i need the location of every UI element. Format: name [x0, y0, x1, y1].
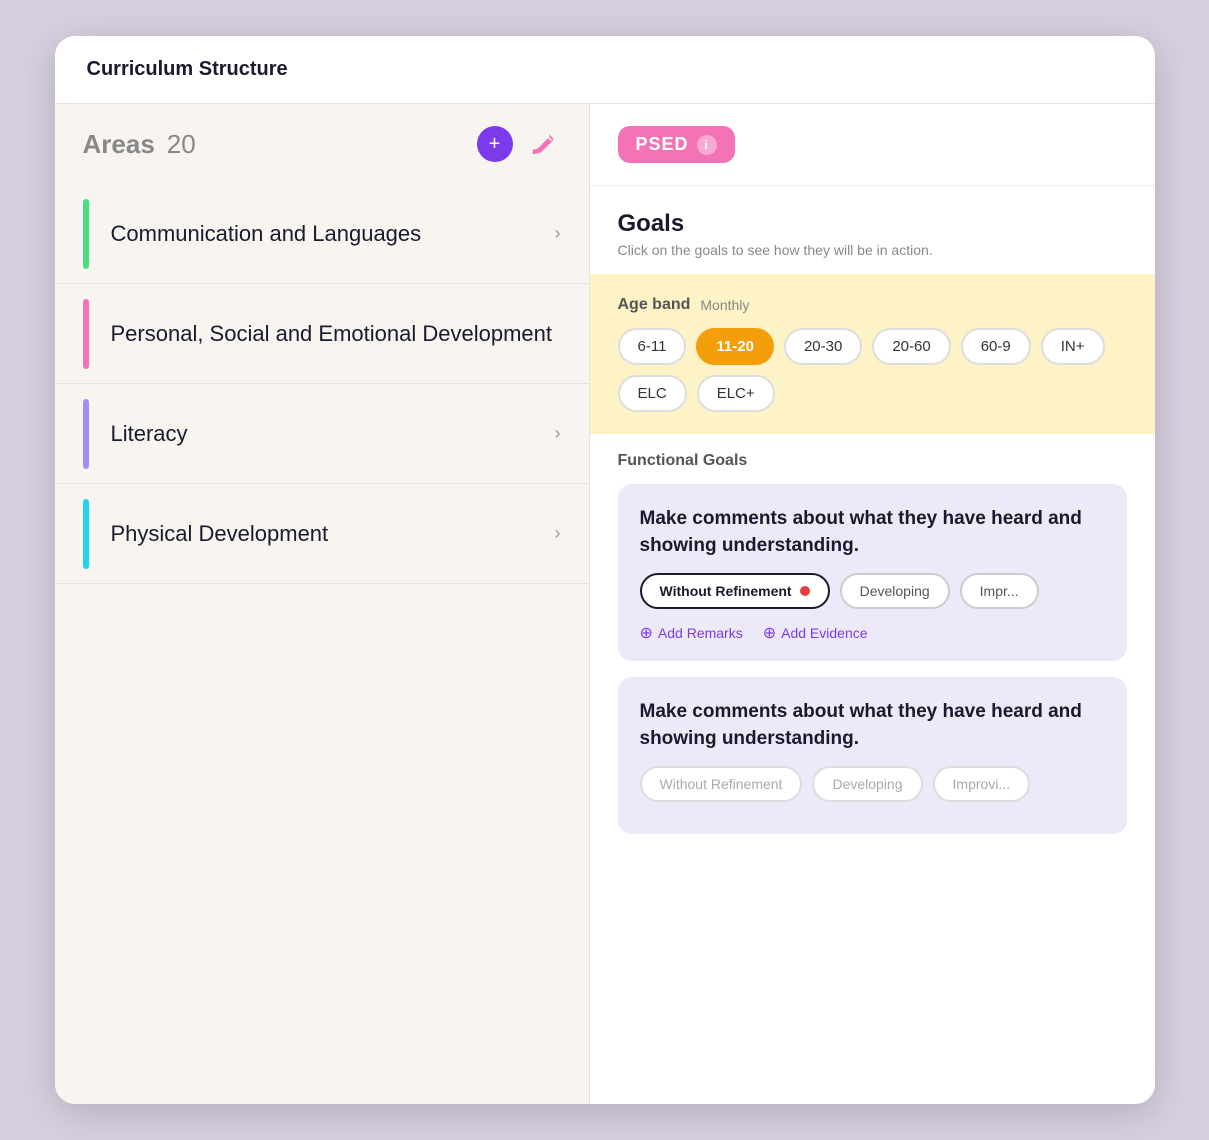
psed-tag-area: PSED i [590, 104, 1155, 186]
area-item[interactable]: Literacy › [55, 384, 589, 484]
pencil-icon [529, 130, 557, 158]
age-band-frequency: Monthly [700, 297, 749, 313]
status-dot [800, 586, 810, 596]
page-title: Curriculum Structure [87, 58, 1123, 81]
goal-chips-1: Without Refinement Developing Improvi... [640, 766, 1105, 802]
goal-chip-developing-0[interactable]: Developing [840, 573, 950, 609]
areas-header: Areas 20 + [55, 104, 589, 184]
area-item[interactable]: Personal, Social and Emotional Developme… [55, 284, 589, 384]
age-band-section: Age band Monthly 6-11 11-20 20-30 20-60 … [590, 274, 1155, 434]
age-chip-2[interactable]: 20-30 [784, 328, 862, 365]
add-remarks-link[interactable]: ⊕ Add Remarks [640, 623, 743, 643]
goal-card-text-1: Make comments about what they have heard… [640, 699, 1105, 752]
age-chip-0[interactable]: 6-11 [618, 328, 687, 365]
age-chip-4[interactable]: 60-9 [961, 328, 1031, 365]
area-accent-1 [83, 299, 89, 369]
age-chip-6[interactable]: ELC [618, 375, 687, 412]
area-accent-2 [83, 399, 89, 469]
add-area-button[interactable]: + [477, 126, 513, 162]
goal-card-0: Make comments about what they have heard… [618, 484, 1127, 661]
goal-card-1: Make comments about what they have heard… [618, 677, 1127, 834]
goal-actions-0: ⊕ Add Remarks ⊕ Add Evidence [640, 623, 1105, 643]
age-chip-1[interactable]: 11-20 [696, 328, 774, 365]
age-chip-3[interactable]: 20-60 [872, 328, 950, 365]
age-chip-7[interactable]: ELC+ [697, 375, 775, 412]
goal-chip-without-refinement-0[interactable]: Without Refinement [640, 573, 830, 609]
areas-count: 20 [167, 129, 196, 160]
area-accent-3 [83, 499, 89, 569]
functional-goals-title: Functional Goals [618, 452, 1127, 470]
age-band-header: Age band Monthly [618, 296, 1127, 314]
area-item[interactable]: Communication and Languages › [55, 184, 589, 284]
chevron-icon-2: › [555, 423, 561, 444]
area-label-0: Communication and Languages [111, 221, 555, 247]
goal-chip-improving-1[interactable]: Improvi... [933, 766, 1031, 802]
area-label-2: Literacy [111, 421, 555, 447]
area-accent-0 [83, 199, 89, 269]
goals-subtitle: Click on the goals to see how they will … [618, 242, 1127, 258]
plus-icon-evidence: ⊕ [763, 623, 776, 643]
area-label-3: Physical Development [111, 521, 555, 547]
age-band-chips: 6-11 11-20 20-30 20-60 60-9 IN+ ELC ELC+ [618, 328, 1127, 412]
age-chip-5[interactable]: IN+ [1041, 328, 1105, 365]
area-list: Communication and Languages › Personal, … [55, 184, 589, 584]
areas-label: Areas [83, 129, 155, 160]
age-band-label: Age band [618, 296, 691, 314]
goal-chip-without-refinement-1[interactable]: Without Refinement [640, 766, 803, 802]
goals-section: Goals Click on the goals to see how they… [590, 186, 1155, 274]
functional-goals-section: Functional Goals Make comments about wha… [590, 434, 1155, 850]
psed-label: PSED [636, 134, 689, 155]
info-icon[interactable]: i [697, 135, 717, 155]
main-layout: Areas 20 + Communication and Langua [55, 104, 1155, 1104]
add-evidence-link[interactable]: ⊕ Add Evidence [763, 623, 868, 643]
left-panel: Areas 20 + Communication and Langua [55, 104, 590, 1104]
goals-title: Goals [618, 210, 1127, 238]
main-window: Curriculum Structure Areas 20 + [55, 36, 1155, 1104]
plus-icon: + [489, 133, 501, 156]
goal-chip-developing-1[interactable]: Developing [812, 766, 922, 802]
psed-tag[interactable]: PSED i [618, 126, 735, 163]
chevron-icon-0: › [555, 223, 561, 244]
edit-button[interactable] [525, 126, 561, 162]
title-bar: Curriculum Structure [55, 36, 1155, 104]
chevron-icon-3: › [555, 523, 561, 544]
goal-card-text-0: Make comments about what they have heard… [640, 506, 1105, 559]
plus-icon-remarks: ⊕ [640, 623, 653, 643]
area-item[interactable]: Physical Development › [55, 484, 589, 584]
goal-chip-improving-0[interactable]: Impr... [960, 573, 1039, 609]
goal-chips-0: Without Refinement Developing Impr... [640, 573, 1105, 609]
right-panel: PSED i Goals Click on the goals to see h… [590, 104, 1155, 1104]
area-label-1: Personal, Social and Emotional Developme… [111, 321, 561, 347]
